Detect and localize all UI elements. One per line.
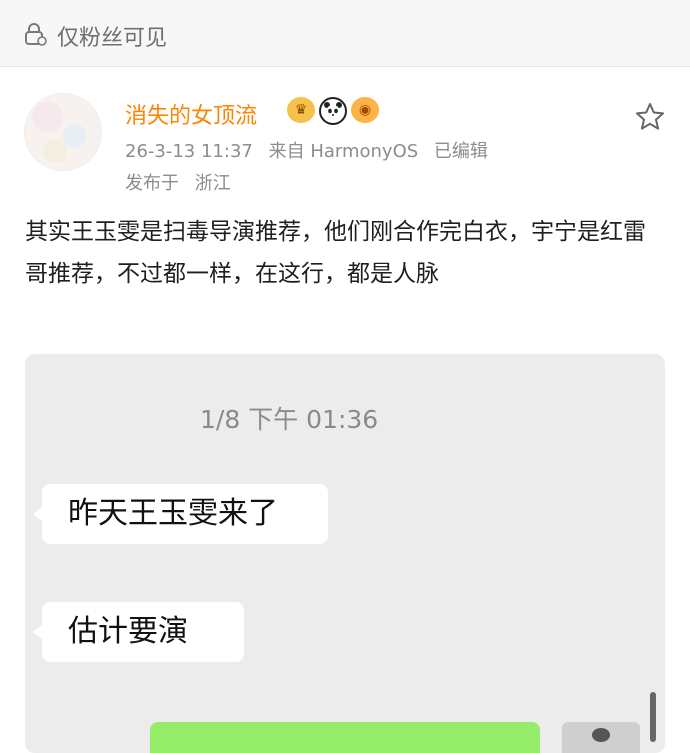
post-meta: 26-3-13 11:37 来自 HarmonyOS 已编辑: [125, 137, 498, 163]
location-value: 浙江: [194, 173, 231, 194]
user-badges: ♛ ◉: [287, 97, 379, 125]
post-location: 发布于 浙江: [125, 169, 241, 195]
scrollbar: [650, 692, 656, 742]
post-source[interactable]: 来自 HarmonyOS: [269, 141, 419, 162]
fish-badge-icon[interactable]: ◉: [351, 97, 379, 123]
chat-screenshot-image[interactable]: 1/8 下午 01:36 昨天王玉雯来了 估计要演: [25, 354, 665, 753]
published-from-label: 发布于: [125, 173, 179, 194]
post-datetime: 26-3-13 11:37: [125, 141, 253, 162]
chat-message-bubble: 昨天王玉雯来了: [33, 484, 328, 544]
avatar[interactable]: [24, 93, 102, 171]
crown-badge-icon[interactable]: ♛: [287, 97, 315, 123]
chat-timestamp: 1/8 下午 01:36: [200, 405, 379, 434]
post-body-text: 其实王玉雯是扫毒导演推荐，他们刚合作完白衣，宇宁是红雷哥推荐，不过都一样，在这行…: [25, 219, 646, 287]
favorite-star-icon[interactable]: [634, 101, 666, 133]
visibility-bar: 仅粉丝可见: [0, 0, 690, 67]
chat-avatar: [562, 722, 640, 753]
username[interactable]: 消失的女顶流: [125, 98, 257, 130]
chat-self-bubble: [150, 722, 540, 753]
weibo-post: 消失的女顶流 ♛ ◉ 26-3-13 11:37 来自 HarmonyOS 已编…: [0, 67, 690, 753]
visibility-label: 仅粉丝可见: [57, 26, 168, 51]
panda-badge-icon[interactable]: [319, 97, 347, 125]
lock-icon: [25, 23, 47, 46]
chat-message-bubble: 估计要演: [33, 602, 244, 662]
edited-label[interactable]: 已编辑: [434, 141, 488, 162]
